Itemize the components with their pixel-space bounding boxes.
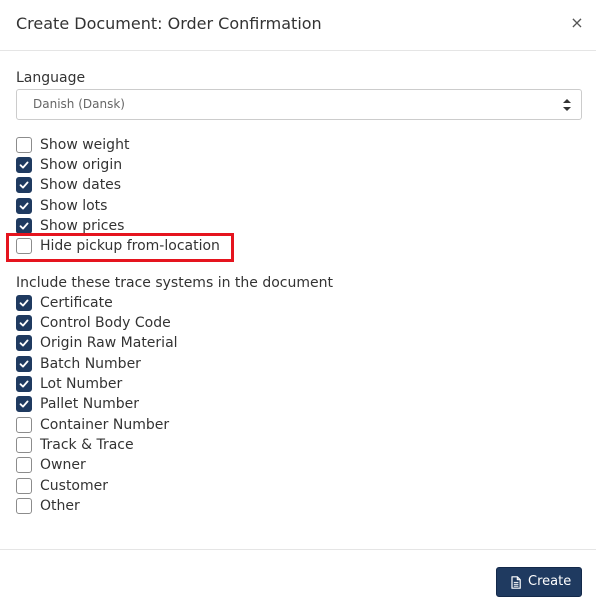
checkbox[interactable]	[16, 417, 32, 433]
check-icon	[19, 222, 29, 230]
checkbox-label: Other	[40, 498, 80, 514]
checkbox[interactable]	[16, 396, 32, 412]
check-icon	[19, 202, 29, 210]
check-icon	[19, 360, 29, 368]
checkbox-label: Certificate	[40, 295, 113, 311]
check-icon	[19, 380, 29, 388]
modal-header: Create Document: Order Confirmation ×	[0, 0, 596, 51]
check-icon	[19, 299, 29, 307]
checkbox-label: Show origin	[40, 157, 123, 173]
trace-heading: Include these trace systems in the docum…	[16, 275, 333, 291]
checkbox[interactable]	[16, 356, 32, 372]
language-label: Language	[16, 70, 86, 86]
create-button[interactable]: Create	[496, 567, 582, 597]
highlight-annotation	[6, 233, 234, 262]
checkbox-label: Lot Number	[40, 376, 123, 392]
checkbox-label: Container Number	[40, 417, 170, 433]
select-arrows-icon	[563, 99, 571, 111]
checkbox[interactable]	[16, 177, 32, 193]
check-icon	[19, 181, 29, 189]
document-icon	[511, 576, 521, 589]
create-button-label: Create	[528, 574, 572, 589]
checkbox-label: Pallet Number	[40, 396, 139, 412]
checkbox-label: Origin Raw Material	[40, 335, 178, 351]
checkbox-label: Show lots	[40, 198, 108, 214]
check-icon	[19, 400, 29, 408]
create-document-modal: Create Document: Order Confirmation × La…	[0, 0, 596, 614]
checkbox[interactable]	[16, 457, 32, 473]
checkbox[interactable]	[16, 498, 32, 514]
checkbox-label: Batch Number	[40, 356, 141, 372]
checkbox[interactable]	[16, 376, 32, 392]
checkbox[interactable]	[16, 295, 32, 311]
language-select-value: Danish (Dansk)	[33, 97, 125, 111]
checkbox-label: Track & Trace	[40, 437, 134, 453]
checkbox[interactable]	[16, 478, 32, 494]
checkbox[interactable]	[16, 137, 32, 153]
checkbox-label: Control Body Code	[40, 315, 171, 331]
checkbox[interactable]	[16, 335, 32, 351]
modal-title: Create Document: Order Confirmation	[16, 14, 322, 33]
checkbox[interactable]	[16, 218, 32, 234]
checkbox-label: Owner	[40, 457, 86, 473]
close-button[interactable]: ×	[569, 13, 585, 33]
checkbox[interactable]	[16, 157, 32, 173]
checkbox[interactable]	[16, 437, 32, 453]
checkbox[interactable]	[16, 198, 32, 214]
checkbox-label: Show weight	[40, 137, 130, 153]
checkbox-label: Customer	[40, 478, 109, 494]
check-icon	[19, 319, 29, 327]
check-icon	[19, 161, 29, 169]
language-select[interactable]: Danish (Dansk)	[16, 89, 582, 120]
checkbox[interactable]	[16, 315, 32, 331]
check-icon	[19, 339, 29, 347]
checkbox-label: Show dates	[40, 177, 122, 193]
